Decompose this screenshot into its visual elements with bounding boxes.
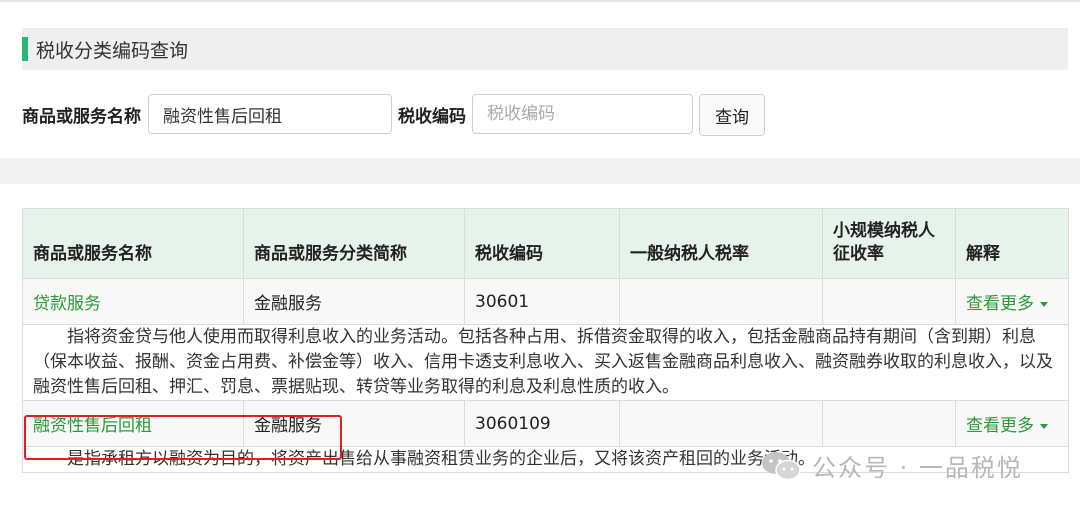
description-row: 指将资金贷与他人使用而取得利息收入的业务活动。包括各种占用、拆借资金取得的收入，… — [22, 324, 1069, 401]
view-more-label: 查看更多 — [966, 416, 1034, 436]
cell-code: 30601 — [464, 278, 620, 325]
cell-explanation: 查看更多 — [955, 278, 1069, 325]
item-name-link[interactable]: 贷款服务 — [33, 294, 101, 314]
watermark: 公众号 · 一品税悦 — [760, 448, 1023, 483]
cell-general-rate — [619, 278, 823, 325]
table-row: 融资性售后回租 金融服务 3060109 查看更多 — [22, 400, 1069, 447]
watermark-text: 公众号 · 一品税悦 — [812, 454, 1023, 482]
cell-code: 3060109 — [464, 400, 620, 447]
column-header-explanation: 解释 — [955, 208, 1069, 279]
query-button[interactable]: 查询 — [699, 94, 765, 136]
item-description: 指将资金贷与他人使用而取得利息收入的业务活动。包括各种占用、拆借资金取得的收入，… — [33, 327, 1053, 397]
section-divider — [0, 158, 1080, 184]
view-more-link[interactable]: 查看更多 — [966, 416, 1048, 436]
cell-general-rate — [619, 400, 823, 447]
column-header-code: 税收编码 — [464, 208, 620, 279]
column-header-general-rate: 一般纳税人税率 — [619, 208, 823, 279]
column-header-name: 商品或服务名称 — [22, 208, 244, 279]
cell-small-rate — [822, 400, 956, 447]
table-header-row: 商品或服务名称 商品或服务分类简称 税收编码 一般纳税人税率 小规模纳税人征收率… — [22, 208, 1069, 279]
code-input[interactable] — [472, 94, 693, 134]
results-table: 商品或服务名称 商品或服务分类简称 税收编码 一般纳税人税率 小规模纳税人征收率… — [22, 208, 1069, 473]
description-cell: 指将资金贷与他人使用而取得利息收入的业务活动。包括各种占用、拆借资金取得的收入，… — [22, 324, 1069, 401]
cell-category: 金融服务 — [243, 400, 465, 447]
cell-explanation: 查看更多 — [955, 400, 1069, 447]
wechat-icon — [762, 451, 801, 480]
view-more-link[interactable]: 查看更多 — [966, 294, 1048, 314]
cell-name: 贷款服务 — [22, 278, 244, 325]
caret-down-icon — [1040, 301, 1048, 307]
caret-down-icon — [1040, 423, 1048, 429]
cell-name: 融资性售后回租 — [22, 400, 244, 447]
name-input[interactable] — [148, 94, 392, 134]
table-row: 贷款服务 金融服务 30601 查看更多 — [22, 278, 1069, 325]
item-name-link[interactable]: 融资性售后回租 — [33, 416, 152, 436]
code-label: 税收编码 — [398, 107, 466, 127]
name-label: 商品或服务名称 — [22, 107, 141, 127]
cell-small-rate — [822, 278, 956, 325]
page-title: 税收分类编码查询 — [36, 40, 189, 62]
section-title-bar: 税收分类编码查询 — [22, 28, 1068, 70]
cell-category: 金融服务 — [243, 278, 465, 325]
column-header-category: 商品或服务分类简称 — [243, 208, 465, 279]
view-more-label: 查看更多 — [966, 294, 1034, 314]
query-panel: 税收分类编码查询 商品或服务名称 税收编码 查询 — [0, 0, 1080, 158]
title-accent-bar — [22, 37, 28, 61]
column-header-small-rate: 小规模纳税人征收率 — [822, 208, 956, 279]
